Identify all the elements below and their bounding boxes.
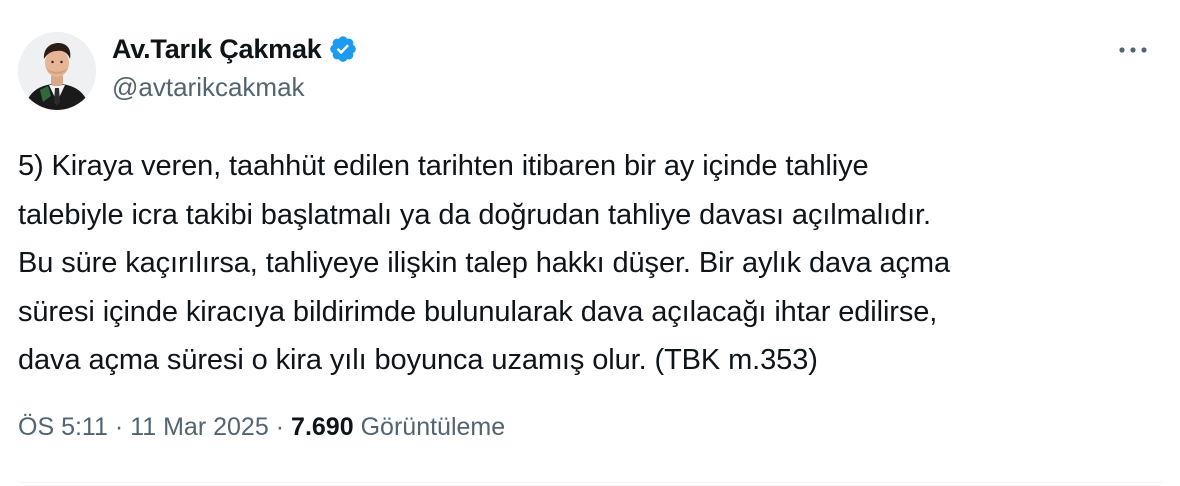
tweet-meta: ÖS 5:11 · 11 Mar 2025 · 7.690 Görüntülem… xyxy=(18,413,505,442)
author-handle[interactable]: @avtarikcakmak xyxy=(112,72,305,103)
meta-separator: · xyxy=(114,413,124,441)
tweet-time[interactable]: ÖS 5:11 xyxy=(18,413,108,442)
avatar[interactable] xyxy=(18,32,96,110)
tweet-date[interactable]: 11 Mar 2025 xyxy=(130,413,269,442)
verified-badge-icon[interactable] xyxy=(328,34,358,64)
profile-avatar-image xyxy=(18,32,96,110)
author-display-name[interactable]: Av.Tarık Çakmak xyxy=(112,34,322,65)
tweet-card: Av.Tarık Çakmak @avtarikcakmak 5) Kiraya… xyxy=(0,0,1180,486)
more-horizontal-icon[interactable] xyxy=(1116,40,1150,60)
meta-separator: · xyxy=(275,413,285,441)
views-count[interactable]: 7.690 xyxy=(291,413,354,442)
views-label[interactable]: Görüntüleme xyxy=(361,413,506,442)
divider xyxy=(18,482,1162,483)
tweet-text: 5) Kiraya veren, taahhüt edilen tarihten… xyxy=(18,150,950,376)
author-name-row: Av.Tarık Çakmak xyxy=(112,32,358,66)
